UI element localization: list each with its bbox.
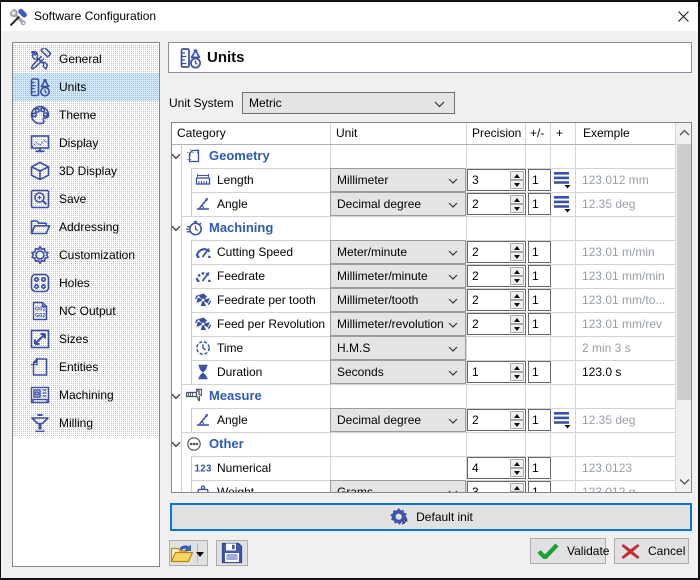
svg-text:123: 123 (195, 464, 211, 475)
svg-text:G01: G01 (35, 307, 45, 313)
svg-text:G02: G02 (35, 313, 45, 319)
